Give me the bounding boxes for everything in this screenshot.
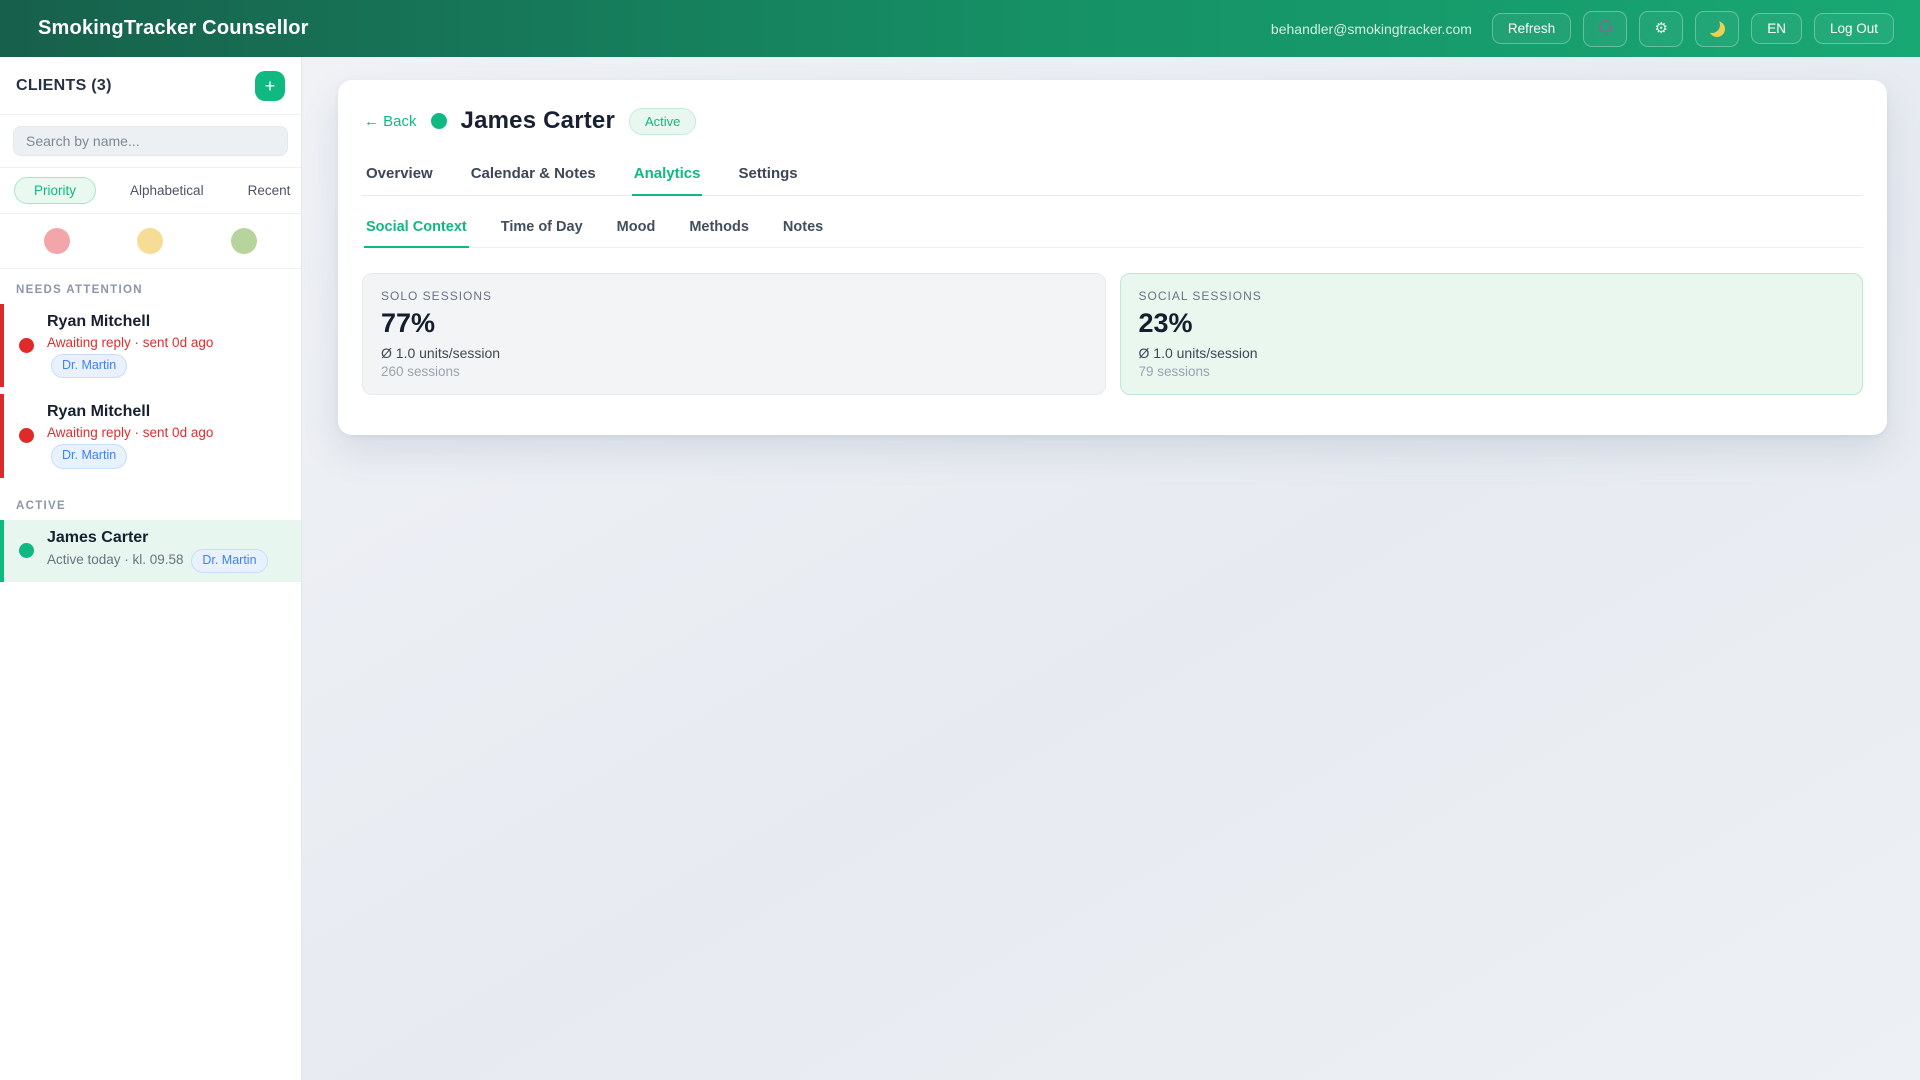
- stat-label: SOLO SESSIONS: [381, 289, 1087, 303]
- section-label-needs-attention: NEEDS ATTENTION: [0, 269, 301, 304]
- app-header: SmokingTracker Counsellor behandler@smok…: [0, 0, 1920, 57]
- alert-status-dot: [19, 338, 34, 353]
- stat-label: SOCIAL SESSIONS: [1139, 289, 1845, 303]
- client-list-item[interactable]: Ryan Mitchell Awaiting reply · sent 0d a…: [0, 304, 301, 387]
- client-name: Ryan Mitchell: [47, 313, 281, 331]
- active-status-dot: [19, 543, 34, 558]
- section-label-active: ACTIVE: [0, 485, 301, 520]
- subtab-methods[interactable]: Methods: [687, 211, 751, 248]
- header-actions: behandler@smokingtracker.com Refresh ⚙ E…: [1271, 11, 1894, 47]
- client-status-text: Awaiting reply · sent 0d ago: [47, 425, 213, 440]
- tab-settings[interactable]: Settings: [736, 155, 799, 196]
- subtab-social-context[interactable]: Social Context: [364, 211, 469, 248]
- assignee-badge: Dr. Martin: [191, 549, 267, 573]
- stat-value: 77%: [381, 308, 1087, 339]
- client-list-item[interactable]: Ryan Mitchell Awaiting reply · sent 0d a…: [0, 394, 301, 477]
- subtab-mood[interactable]: Mood: [615, 211, 658, 248]
- search-input[interactable]: [13, 126, 288, 156]
- subtab-time-of-day[interactable]: Time of Day: [499, 211, 585, 248]
- main-content: ← Back James Carter Active Overview Cale…: [302, 57, 1920, 1080]
- client-status-line: Awaiting reply · sent 0d ago Dr. Martin: [47, 423, 281, 468]
- client-detail-card: ← Back James Carter Active Overview Cale…: [338, 80, 1887, 435]
- sidebar-search: [0, 115, 301, 168]
- tab-calendar-notes[interactable]: Calendar & Notes: [469, 155, 598, 196]
- bell-icon: [1597, 19, 1614, 39]
- analytics-subtabs: Social Context Time of Day Mood Methods …: [362, 211, 1863, 248]
- settings-button[interactable]: ⚙: [1639, 11, 1683, 47]
- clients-count-heading: CLIENTS (3): [16, 77, 112, 95]
- client-detail-header: ← Back James Carter Active: [362, 107, 1863, 135]
- status-badge: Active: [629, 108, 696, 135]
- back-link[interactable]: ← Back: [364, 113, 417, 130]
- stat-avg-units: Ø 1.0 units/session: [381, 345, 1087, 361]
- client-active-dot: [431, 113, 447, 129]
- avatar-green[interactable]: [231, 228, 257, 254]
- client-status-text: Active today · kl. 09.58: [47, 552, 184, 567]
- filter-priority[interactable]: Priority: [14, 177, 96, 204]
- client-name: Ryan Mitchell: [47, 403, 281, 421]
- logout-button[interactable]: Log Out: [1814, 13, 1894, 45]
- refresh-button[interactable]: Refresh: [1492, 13, 1571, 45]
- social-context-stats: SOLO SESSIONS 77% Ø 1.0 units/session 26…: [362, 273, 1863, 395]
- tab-overview[interactable]: Overview: [364, 155, 435, 196]
- stat-value: 23%: [1139, 308, 1845, 339]
- dark-mode-toggle[interactable]: [1695, 11, 1739, 47]
- subtab-notes[interactable]: Notes: [781, 211, 825, 248]
- gear-icon: ⚙: [1654, 21, 1667, 36]
- app-layout: CLIENTS (3) + Priority Alphabetical Rece…: [0, 57, 1920, 1080]
- stat-session-count: 79 sessions: [1139, 364, 1845, 379]
- social-sessions-card: SOCIAL SESSIONS 23% Ø 1.0 units/session …: [1120, 273, 1864, 395]
- tab-analytics[interactable]: Analytics: [632, 155, 703, 196]
- notifications-button[interactable]: [1583, 11, 1627, 47]
- solo-sessions-card: SOLO SESSIONS 77% Ø 1.0 units/session 26…: [362, 273, 1106, 395]
- client-status-text: Awaiting reply · sent 0d ago: [47, 335, 213, 350]
- client-status-line: Awaiting reply · sent 0d ago Dr. Martin: [47, 333, 281, 378]
- client-info: Ryan Mitchell Awaiting reply · sent 0d a…: [47, 403, 281, 468]
- clients-sidebar: CLIENTS (3) + Priority Alphabetical Rece…: [0, 57, 302, 1080]
- client-info: Ryan Mitchell Awaiting reply · sent 0d a…: [47, 313, 281, 378]
- plus-icon: +: [265, 77, 276, 95]
- stat-avg-units: Ø 1.0 units/session: [1139, 345, 1845, 361]
- client-list-item-selected[interactable]: James Carter Active today · kl. 09.58 Dr…: [0, 520, 301, 582]
- client-avatars-row: [0, 214, 301, 269]
- assignee-badge: Dr. Martin: [51, 444, 127, 468]
- client-detail-title: James Carter: [461, 107, 616, 135]
- assignee-badge: Dr. Martin: [51, 354, 127, 378]
- alert-status-dot: [19, 428, 34, 443]
- add-client-button[interactable]: +: [255, 71, 285, 101]
- client-status-line: Active today · kl. 09.58 Dr. Martin: [47, 549, 268, 573]
- filter-recent[interactable]: Recent: [238, 178, 301, 203]
- sidebar-header: CLIENTS (3) +: [0, 57, 301, 115]
- client-name: James Carter: [47, 529, 268, 547]
- avatar-yellow[interactable]: [137, 228, 163, 254]
- detail-tabs: Overview Calendar & Notes Analytics Sett…: [362, 155, 1863, 196]
- stat-session-count: 260 sessions: [381, 364, 1087, 379]
- user-email: behandler@smokingtracker.com: [1271, 21, 1472, 37]
- moon-icon: [1709, 21, 1725, 37]
- client-info: James Carter Active today · kl. 09.58 Dr…: [47, 529, 268, 573]
- filter-alphabetical[interactable]: Alphabetical: [120, 178, 214, 203]
- avatar-pink[interactable]: [44, 228, 70, 254]
- sort-filter-bar: Priority Alphabetical Recent: [0, 168, 301, 214]
- language-button[interactable]: EN: [1751, 13, 1802, 45]
- app-title: SmokingTracker Counsellor: [38, 17, 309, 40]
